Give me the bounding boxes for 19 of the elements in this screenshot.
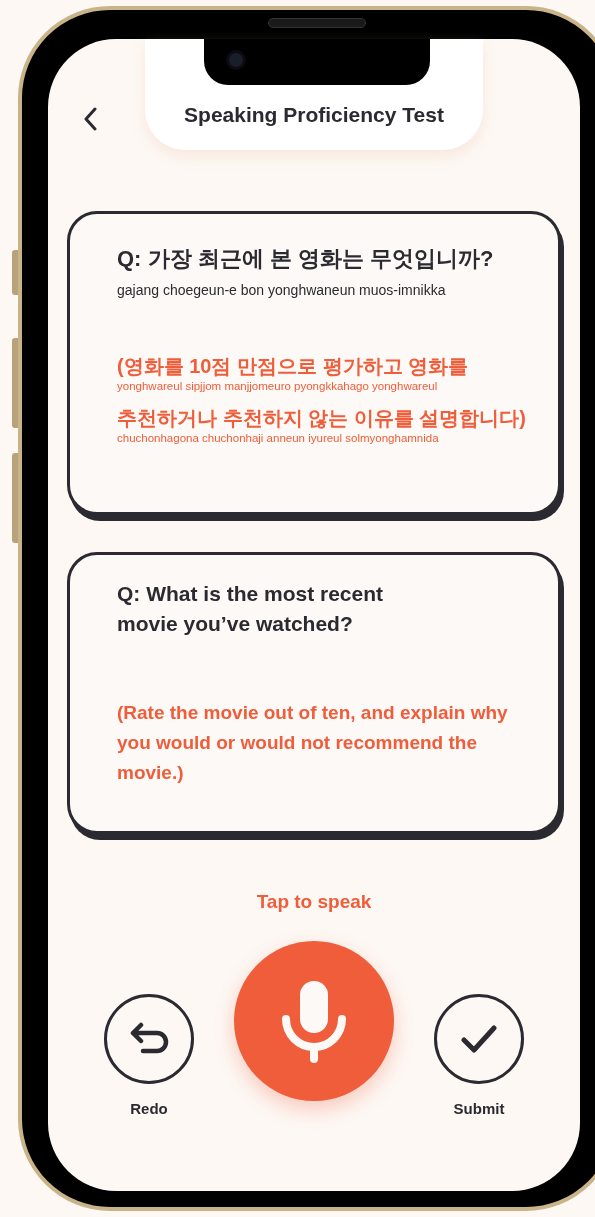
submit-button[interactable]	[434, 994, 524, 1084]
romanization-text: gajang choegeun-e bon yonghwaneun muos-imnikka	[117, 281, 447, 300]
microphone-icon	[282, 978, 346, 1063]
romanization-text: yonghwareul sipjjom manjjomeuro pyongkkahago yonghwareul	[117, 379, 439, 393]
button-label: Redo	[130, 1099, 168, 1119]
undo-arrow-icon	[129, 1022, 169, 1056]
instruction-text: (Rate the movie out of ten, and explain why you would or would not recommend the movie.)	[117, 701, 509, 785]
chevron-left-icon	[83, 107, 97, 131]
romanization-text: chuchonhagona chuchonhaji anneun iyureul solmyonghamnida	[117, 431, 440, 445]
question-text: Q: 가장 최근에 본 영화는 무엇입니까?	[117, 245, 495, 273]
question-text: Q: What is the most recent movie you’ve watched?	[117, 581, 385, 637]
page-title: Speaking Proficiency Test	[184, 101, 444, 128]
camera-icon	[226, 50, 246, 70]
redo-button[interactable]	[104, 994, 194, 1084]
checkmark-icon	[461, 1025, 497, 1053]
instruction-text: 추천하거나 추천하지 않는 이유를 설명합니다)	[117, 406, 527, 431]
button-label: Submit	[453, 1099, 505, 1119]
instruction-text: (영화를 10점 만점으로 평가하고 영화를	[117, 354, 470, 379]
tap-to-speak-label: Tap to speak	[256, 890, 372, 914]
